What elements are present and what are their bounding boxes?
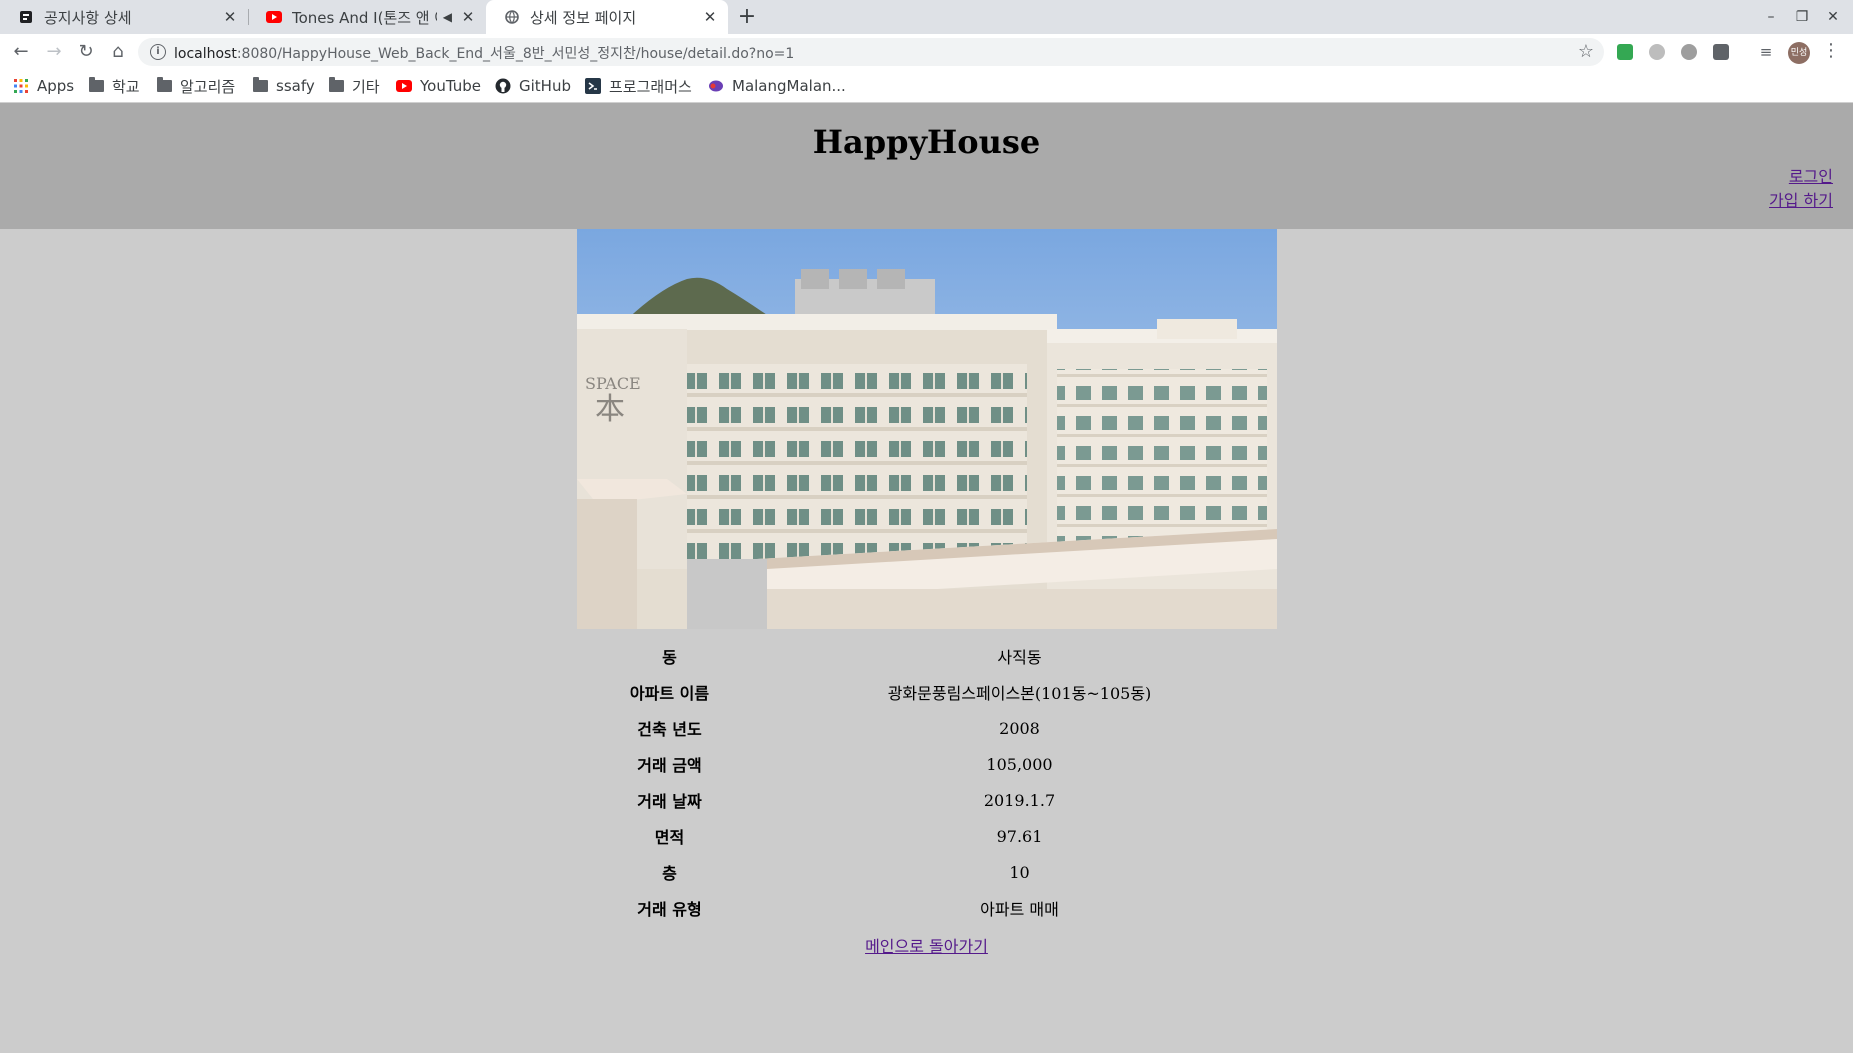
bookmark-label: 알고리즘 [180, 77, 236, 96]
bookmark-label: YouTube [420, 77, 481, 95]
bookmark-label: Apps [37, 77, 75, 95]
address-bar[interactable]: i localhost:8080/HappyHouse_Web_Back_End… [138, 38, 1604, 66]
more-menu-icon[interactable]: ⋮ [1822, 40, 1840, 61]
bookmark-label: GitHub [519, 77, 571, 95]
back-arrow-icon[interactable]: ← [7, 39, 35, 65]
close-icon[interactable]: ✕ [700, 8, 720, 26]
bookmark-folder-etc[interactable]: 기타 [329, 76, 380, 96]
table-row: 거래 날짜 2019.1.7 [577, 782, 1277, 818]
row-value: 2008 [999, 718, 1040, 738]
table-row: 거래 금액 105,000 [577, 746, 1277, 782]
folder-icon [329, 77, 344, 92]
bookmark-folder-ssafy[interactable]: ssafy [253, 76, 315, 96]
close-icon[interactable]: ✕ [220, 8, 240, 26]
close-window-icon[interactable]: ✕ [1818, 4, 1848, 30]
row-value: 2019.1.7 [983, 790, 1056, 810]
table-row: 층 10 [577, 854, 1277, 890]
bookmark-youtube[interactable]: YouTube [396, 76, 481, 96]
media-control-icon[interactable]: ≡ [1752, 39, 1780, 65]
bookmark-programmers[interactable]: 프로그래머스 [585, 76, 692, 96]
row-label: 거래 금액 [637, 756, 702, 775]
programmers-icon [585, 78, 601, 94]
folder-icon [89, 77, 104, 92]
row-label: 거래 유형 [637, 900, 702, 919]
youtube-icon [266, 9, 282, 25]
house-photo: SPACE 本 [577, 229, 1277, 629]
malang-icon [708, 78, 724, 94]
tab-title: 상세 정보 페이지 [530, 8, 637, 27]
extension-icon[interactable] [1649, 44, 1665, 60]
bookmark-malang[interactable]: MalangMalan... [708, 76, 846, 96]
bookmark-folder-algorithm[interactable]: 알고리즘 [157, 76, 235, 96]
row-label: 아파트 이름 [629, 684, 710, 703]
youtube-icon [396, 78, 412, 94]
row-label: 층 [662, 864, 677, 883]
row-value: 105,000 [986, 754, 1053, 774]
tab-title: Tones And I(톤즈 앤 아이) [292, 8, 437, 27]
globe-icon [504, 9, 520, 25]
new-tab-button[interactable]: + [733, 4, 761, 32]
home-icon[interactable]: ⌂ [104, 39, 132, 65]
browser-tab-youtube[interactable]: Tones And I(톤즈 앤 아이) ◀︎ ✕ [248, 0, 486, 34]
info-icon[interactable]: i [150, 44, 166, 60]
site-header: HappyHouse 로그인 가입 하기 [0, 103, 1853, 229]
bookmark-label: 프로그래머스 [609, 77, 692, 96]
table-row: 동 사직동 [577, 638, 1277, 674]
bookmark-star-icon[interactable]: ☆ [1578, 41, 1594, 62]
back-link-container: 메인으로 돌아가기 [0, 933, 1853, 957]
folder-icon [253, 77, 268, 92]
bookmark-label: MalangMalan... [732, 77, 846, 95]
browser-tab-notice[interactable]: 공지사항 상세 ✕ [0, 0, 248, 34]
page-title: HappyHouse [812, 123, 1041, 161]
table-row: 면적 97.61 [577, 818, 1277, 854]
svg-text:SPACE: SPACE [585, 374, 641, 393]
speaker-icon[interactable]: ◀︎ [443, 10, 452, 24]
login-link[interactable]: 로그인 [1789, 163, 1833, 187]
bookmark-folder-school[interactable]: 학교 [89, 76, 140, 96]
bookmark-github[interactable]: GitHub [495, 76, 571, 96]
avatar[interactable]: 민성 [1788, 42, 1810, 64]
row-label: 면적 [654, 828, 685, 847]
close-icon[interactable]: ✕ [458, 8, 478, 26]
reload-icon[interactable]: ↻ [72, 39, 100, 65]
extension-ac-icon[interactable] [1617, 44, 1633, 60]
extension-github-icon[interactable] [1681, 44, 1697, 60]
signup-link[interactable]: 가입 하기 [1769, 187, 1833, 211]
row-value: 아파트 매매 [980, 900, 1059, 919]
apps-grid-icon [13, 78, 29, 94]
notice-favicon-icon [18, 9, 34, 25]
restore-icon[interactable]: ❐ [1787, 4, 1817, 30]
bookmark-label: ssafy [276, 77, 315, 95]
extension-reader-icon[interactable] [1713, 44, 1729, 60]
github-icon [495, 78, 511, 94]
bookmarks-bar: Apps 학교 알고리즘 ssafy 기타 YouTube GitHub 프로그… [0, 70, 1853, 103]
bookmark-label: 학교 [112, 77, 140, 96]
table-row: 아파트 이름 광화문풍림스페이스본(101동~105동) [577, 674, 1277, 710]
row-value: 97.61 [996, 826, 1043, 846]
table-row: 건축 년도 2008 [577, 710, 1277, 746]
svg-text:本: 本 [595, 392, 625, 427]
browser-toolbar: ← → ↻ ⌂ i localhost:8080/HappyHouse_Web_… [0, 34, 1853, 70]
bookmark-label: 기타 [352, 77, 380, 96]
browser-tabstrip: 공지사항 상세 ✕ Tones And I(톤즈 앤 아이) ◀︎ ✕ 상세 정… [0, 0, 1853, 34]
row-label: 거래 날짜 [637, 792, 702, 811]
browser-tab-detail[interactable]: 상세 정보 페이지 ✕ [486, 0, 728, 34]
row-label: 동 [662, 648, 677, 667]
row-value: 사직동 [997, 648, 1042, 667]
table-row: 거래 유형 아파트 매매 [577, 890, 1277, 926]
row-value: 10 [1009, 862, 1030, 882]
row-label: 건축 년도 [637, 720, 702, 739]
row-value: 광화문풍림스페이스본(101동~105동) [887, 684, 1152, 703]
bookmark-apps[interactable]: Apps [13, 76, 74, 96]
back-to-main-link[interactable]: 메인으로 돌아가기 [865, 937, 988, 956]
house-detail-table: 동 사직동 아파트 이름 광화문풍림스페이스본(101동~105동) 건축 년도… [577, 638, 1277, 926]
folder-icon [157, 77, 172, 92]
minimize-icon[interactable]: – [1756, 4, 1786, 30]
url-text: localhost:8080/HappyHouse_Web_Back_End_서… [174, 46, 795, 62]
tab-title: 공지사항 상세 [44, 8, 132, 27]
forward-arrow-icon[interactable]: → [40, 39, 68, 65]
apartment-illustration: SPACE 本 [577, 229, 1277, 629]
